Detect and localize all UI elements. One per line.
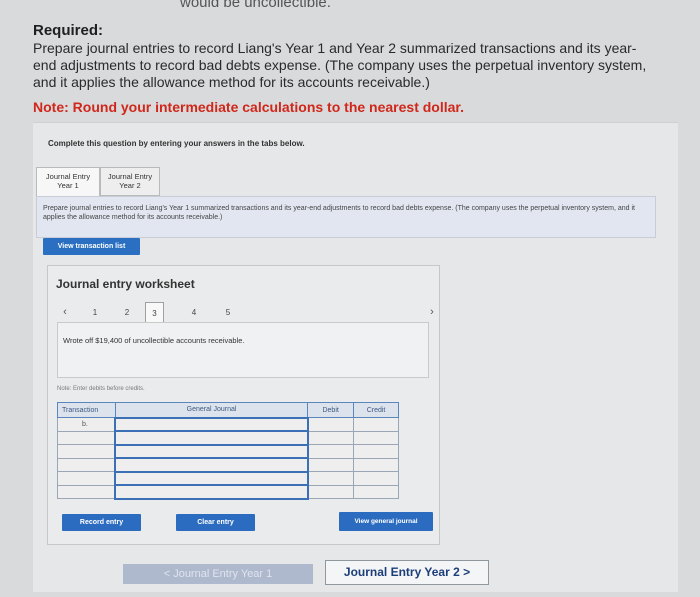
tab-label-line2: Year 2 (119, 181, 141, 190)
credit-input[interactable] (353, 430, 399, 445)
clear-entry-button[interactable]: Clear entry (176, 514, 255, 531)
table-header-row: Transaction General Journal Debit Credit (57, 402, 399, 418)
general-journal-select[interactable] (114, 457, 309, 473)
credit-input[interactable] (353, 444, 399, 459)
tab-label-line2: Year 1 (57, 181, 79, 190)
col-transaction: Transaction (57, 402, 116, 418)
col-debit: Debit (307, 402, 355, 418)
journal-entry-table: Transaction General Journal Debit Credit… (57, 402, 399, 500)
complete-instructions: Complete this question by entering your … (48, 139, 305, 148)
transaction-cell (57, 430, 116, 445)
chevron-right-icon[interactable]: › (425, 302, 439, 323)
table-row (57, 430, 399, 446)
transaction-cell (57, 457, 116, 472)
transaction-cell: b. (57, 417, 116, 432)
tab-journal-entry-year-2[interactable]: Journal Entry Year 2 (100, 167, 160, 196)
transaction-cell (57, 471, 116, 486)
rounding-note: Note: Round your intermediate calculatio… (33, 99, 464, 115)
view-general-journal-button[interactable]: View general journal (339, 512, 433, 531)
record-entry-button[interactable]: Record entry (62, 514, 141, 531)
general-journal-select[interactable] (114, 470, 309, 486)
view-transaction-list-button[interactable]: View transaction list (43, 238, 140, 255)
table-row (57, 443, 399, 459)
transaction-cell (57, 444, 116, 459)
note-prefix: Note: (33, 99, 69, 115)
next-tab-button[interactable]: Journal Entry Year 2 > (325, 560, 489, 585)
tab-label-line1: Journal Entry (45, 172, 91, 181)
tab-journal-entry-year-1[interactable]: Journal Entry Year 1 (36, 167, 100, 196)
table-row: b. (57, 416, 399, 432)
col-general-journal: General Journal (114, 402, 309, 418)
debits-credits-note: Note: Enter debits before credits. (57, 386, 145, 392)
worksheet-title: Journal entry worksheet (56, 277, 195, 291)
transaction-cell (57, 484, 116, 499)
table-row (57, 457, 399, 473)
credit-input[interactable] (353, 484, 399, 499)
chevron-left-icon[interactable]: ‹ (58, 302, 72, 323)
debit-input[interactable] (307, 430, 355, 445)
page-1[interactable]: 1 (88, 302, 102, 323)
page-5[interactable]: 5 (220, 302, 236, 323)
general-journal-select[interactable] (114, 416, 309, 432)
debit-input[interactable] (307, 444, 355, 459)
general-journal-select[interactable] (114, 484, 309, 500)
credit-input[interactable] (353, 471, 399, 486)
credit-input[interactable] (353, 457, 399, 472)
prev-tab-button[interactable]: < Journal Entry Year 1 (123, 564, 313, 584)
credit-input[interactable] (353, 417, 399, 432)
tab-instructions: Prepare journal entries to record Liang'… (36, 196, 656, 238)
required-body: Prepare journal entries to record Liang'… (33, 40, 647, 90)
debit-input[interactable] (307, 417, 355, 432)
transaction-description: Wrote off $19,400 of uncollectible accou… (63, 336, 245, 345)
note-text: Round your intermediate calculations to … (72, 99, 464, 115)
page-3-active[interactable]: 3 (145, 302, 164, 323)
tab-label-line1: Journal Entry (107, 172, 153, 181)
debit-input[interactable] (307, 471, 355, 486)
table-row (57, 470, 399, 486)
page-2[interactable]: 2 (119, 302, 135, 323)
general-journal-select[interactable] (114, 430, 309, 446)
required-label: Required: (33, 22, 104, 39)
transaction-description-box (57, 322, 429, 378)
col-credit: Credit (353, 402, 399, 418)
page-4[interactable]: 4 (186, 302, 202, 323)
debit-input[interactable] (307, 484, 355, 499)
cut-off-text: would be uncollectible. (180, 0, 331, 11)
general-journal-select[interactable] (114, 443, 309, 459)
debit-input[interactable] (307, 457, 355, 472)
table-row (57, 484, 399, 500)
